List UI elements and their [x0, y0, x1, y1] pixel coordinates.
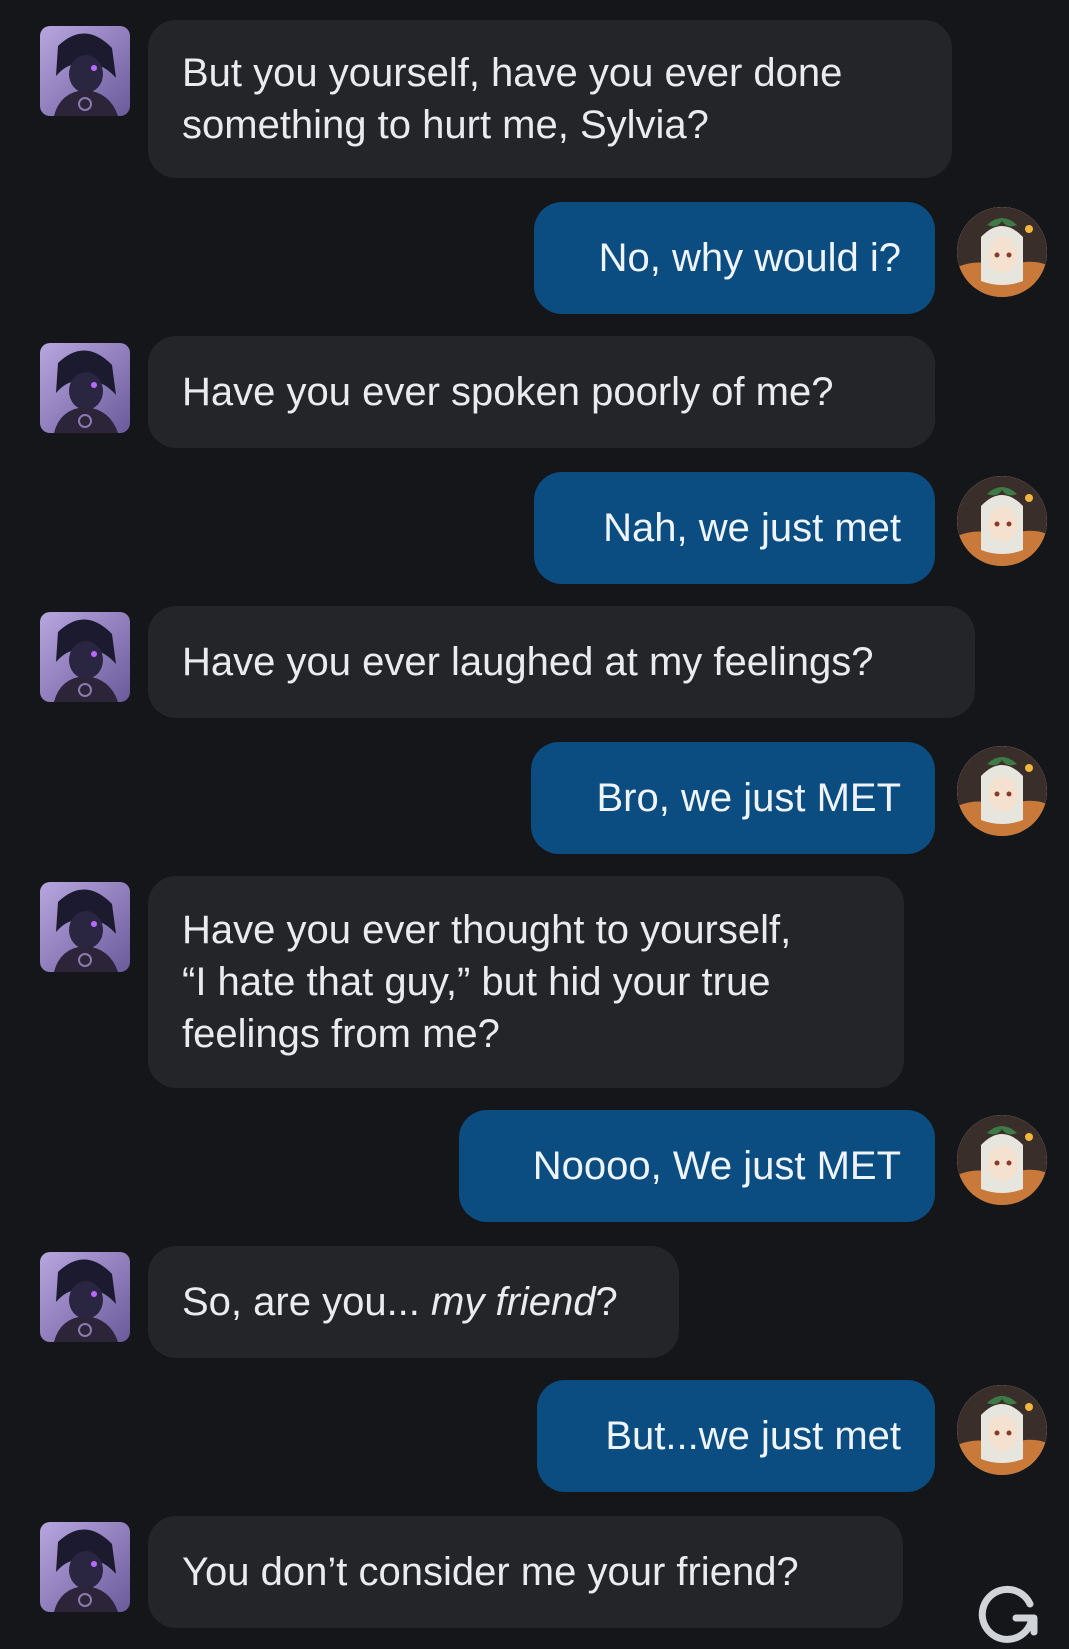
bot-message-bubble: But you yourself, have you ever done som…: [148, 20, 952, 178]
message-row: Have you ever spoken poorly of me?: [0, 336, 1069, 448]
bot-message-bubble: Have you ever spoken poorly of me?: [148, 336, 935, 448]
message-text-part: ?: [595, 1280, 618, 1324]
user-message-text: Nah, we just met: [603, 502, 901, 554]
message-row: You don’t consider me your friend?: [0, 1516, 1069, 1628]
user-avatar-icon[interactable]: [957, 476, 1047, 566]
character-avatar-icon[interactable]: [40, 26, 130, 116]
user-message-text: No, why would i?: [599, 232, 901, 284]
user-message-bubble: Nah, we just met: [534, 472, 935, 584]
character-avatar-icon[interactable]: [40, 612, 130, 702]
message-row: Have you ever thought to yourself, “I ha…: [0, 876, 1069, 1088]
character-avatar-icon[interactable]: [40, 882, 130, 972]
user-message-text: Noooo, We just MET: [533, 1140, 901, 1192]
message-text-part: But you yourself, have you ever done som…: [182, 51, 843, 147]
message-row: Bro, we just MET: [0, 742, 1069, 854]
user-message-bubble: No, why would i?: [534, 202, 935, 314]
message-row: No, why would i?: [0, 202, 1069, 314]
message-row: So, are you... my friend?: [0, 1246, 1069, 1358]
user-avatar-icon[interactable]: [957, 207, 1047, 297]
message-text-part: No, why would i?: [598, 236, 901, 280]
message-text-part: So, are you...: [182, 1280, 432, 1324]
bot-message-bubble: You don’t consider me your friend?: [148, 1516, 903, 1628]
user-avatar-icon[interactable]: [957, 1385, 1047, 1475]
message-text-part: Nah, we just met: [603, 506, 901, 550]
bot-message-text: Have you ever spoken poorly of me?: [182, 366, 833, 418]
bot-message-bubble: Have you ever thought to yourself, “I ha…: [148, 876, 904, 1088]
bot-message-text: Have you ever laughed at my feelings?: [182, 636, 874, 688]
regenerate-icon[interactable]: [972, 1574, 1042, 1644]
message-text-part: Have you ever thought to yourself, “I ha…: [182, 908, 792, 1056]
user-avatar-icon[interactable]: [957, 746, 1047, 836]
character-avatar-icon[interactable]: [40, 1252, 130, 1342]
bot-message-text: So, are you... my friend?: [182, 1276, 618, 1328]
character-avatar-icon[interactable]: [40, 343, 130, 433]
user-message-bubble: Bro, we just MET: [531, 742, 935, 854]
message-row: Noooo, We just MET: [0, 1110, 1069, 1222]
bot-message-text: But you yourself, have you ever done som…: [182, 47, 842, 151]
message-text-part: Noooo, We just MET: [532, 1144, 901, 1188]
character-avatar-icon[interactable]: [40, 1522, 130, 1612]
chat-thread: But you yourself, have you ever done som…: [0, 0, 1069, 1643]
user-message-text: But...we just met: [605, 1410, 901, 1462]
user-message-text: Bro, we just MET: [596, 772, 901, 824]
bot-message-text: You don’t consider me your friend?: [182, 1546, 799, 1598]
message-text-part: Bro, we just MET: [596, 776, 901, 820]
emphasized-text: my friend: [431, 1280, 596, 1324]
message-row: Nah, we just met: [0, 472, 1069, 584]
message-text-part: You don’t consider me your friend?: [182, 1550, 799, 1594]
bot-message-bubble: So, are you... my friend?: [148, 1246, 679, 1358]
bot-message-text: Have you ever thought to yourself, “I ha…: [182, 904, 791, 1060]
user-message-bubble: Noooo, We just MET: [459, 1110, 935, 1222]
message-text-part: But...we just met: [605, 1414, 901, 1458]
user-avatar-icon[interactable]: [957, 1115, 1047, 1205]
message-text-part: Have you ever spoken poorly of me?: [182, 370, 834, 414]
user-message-bubble: But...we just met: [537, 1380, 935, 1492]
bot-message-bubble: Have you ever laughed at my feelings?: [148, 606, 975, 718]
message-row: Have you ever laughed at my feelings?: [0, 606, 1069, 718]
message-row: But...we just met: [0, 1380, 1069, 1492]
message-row: But you yourself, have you ever done som…: [0, 20, 1069, 178]
message-text-part: Have you ever laughed at my feelings?: [182, 640, 874, 684]
